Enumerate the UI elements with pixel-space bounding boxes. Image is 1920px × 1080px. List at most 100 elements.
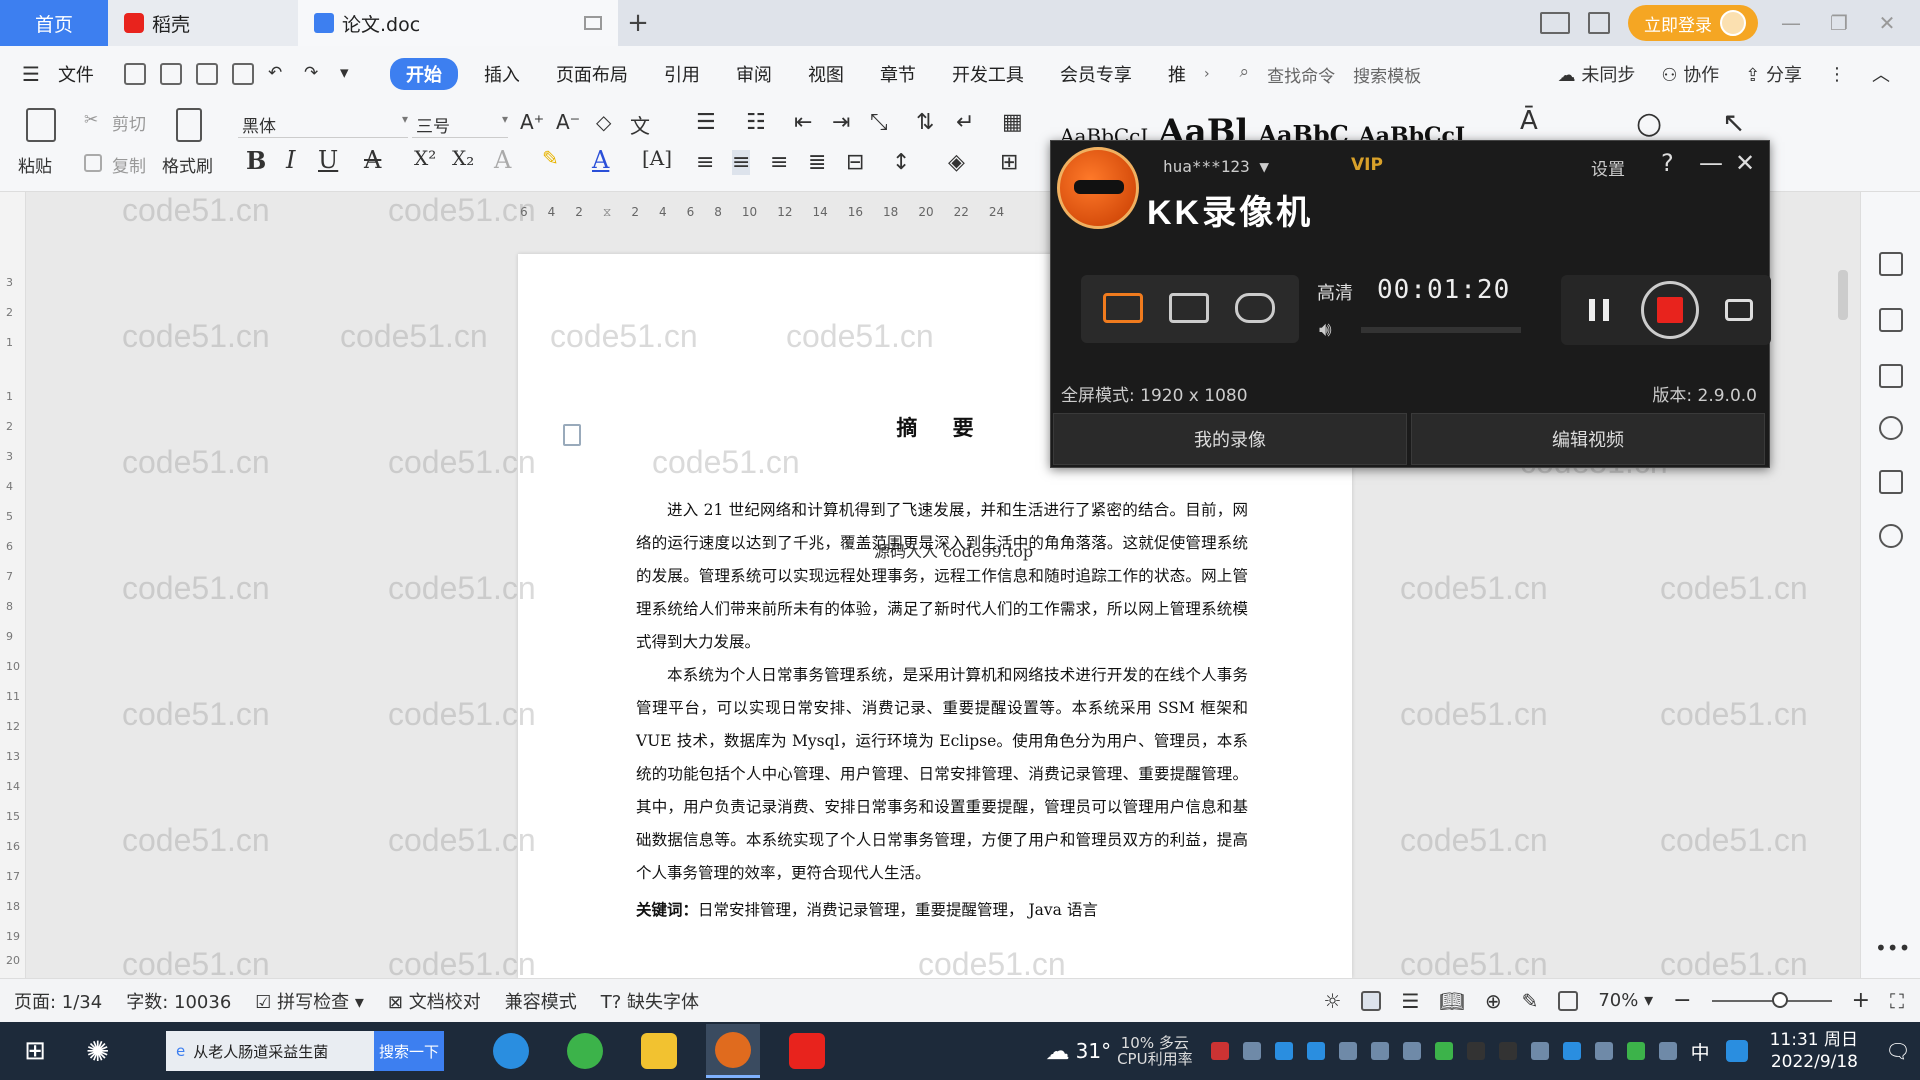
pen-icon[interactable] [1879, 252, 1903, 276]
align-right-icon[interactable]: ≡ [770, 150, 788, 175]
zoom-slider-knob[interactable] [1771, 991, 1788, 1008]
image-search-icon[interactable] [1879, 470, 1903, 494]
collab-button[interactable]: ⚇ 协作 [1661, 61, 1719, 87]
save-icon[interactable] [123, 63, 146, 85]
italic-button[interactable]: I [286, 146, 295, 174]
zoom-slider[interactable] [1711, 991, 1832, 1008]
font-color-icon[interactable]: A [592, 146, 609, 174]
undo-icon[interactable]: ↶ [268, 63, 290, 85]
kk-user[interactable]: hua***123 ▼ [1163, 157, 1269, 176]
menu-file[interactable]: 文件 [40, 61, 112, 87]
stop-record-button[interactable] [1641, 281, 1699, 339]
hamburger-icon[interactable]: ☰ [22, 62, 40, 86]
scissors-icon[interactable]: ✂ [84, 110, 98, 130]
align-left-icon[interactable]: ≡ [696, 150, 714, 175]
distribute-icon[interactable]: ⊟ [846, 150, 864, 175]
adjust-icon[interactable] [1879, 364, 1903, 388]
eye-protect-icon[interactable]: ☼ [1324, 989, 1342, 1013]
more-options-icon[interactable]: ••• [1875, 936, 1910, 960]
tray-app-icon[interactable] [1306, 1042, 1325, 1060]
ie-browser-icon[interactable] [484, 1024, 538, 1078]
tray-app-icon[interactable] [1434, 1042, 1453, 1060]
kk-recorder-window[interactable]: KK录像机 hua***123 ▼ VIP 设置 ? — ✕ 高清 00:01:… [1050, 140, 1771, 468]
text-effect-icon[interactable]: A [494, 146, 511, 174]
system-clock[interactable]: 11:31 周日 2022/9/18 [1770, 1029, 1858, 1073]
paste-button[interactable]: 粘贴 [18, 152, 52, 177]
superscript-icon[interactable]: X² [414, 146, 436, 170]
tray-app-icon[interactable] [1210, 1042, 1229, 1060]
search-template-label[interactable]: 搜索模板 [1353, 62, 1421, 87]
zoom-in-icon[interactable]: + [1852, 988, 1870, 1013]
collapse-ribbon-icon[interactable]: ︿ [1872, 61, 1890, 87]
underline-button[interactable]: U [318, 146, 338, 174]
chevron-right-icon[interactable]: › [1204, 66, 1210, 82]
battery-icon[interactable] [1530, 1042, 1549, 1060]
bluetooth-icon[interactable] [1562, 1042, 1581, 1060]
layout-icon[interactable] [1540, 12, 1570, 34]
text-direction-icon[interactable]: ⤡ [870, 110, 888, 135]
weather-widget[interactable]: ☁ 31° 10% 多云 CPU利用率 [1046, 1035, 1193, 1067]
region-mode-icon[interactable] [1169, 293, 1209, 323]
show-marks-icon[interactable]: ↵ [956, 110, 974, 135]
volume-icon[interactable]: 🔊︎ [1319, 317, 1332, 341]
new-tab-button[interactable]: + [618, 0, 658, 46]
menu-recommend[interactable]: 推 [1150, 61, 1204, 87]
proofread-button[interactable]: ⊠ 文档校对 [388, 988, 481, 1014]
missing-font-button[interactable]: T? 缺失字体 [601, 988, 699, 1014]
sort-icon[interactable]: ⇅ [916, 110, 934, 135]
tray-app-icon[interactable] [1242, 1042, 1261, 1060]
taskbar-search-input[interactable]: e 从老人肠道采益生菌 [166, 1031, 374, 1071]
export-icon[interactable] [159, 63, 182, 85]
select-icon[interactable]: ↖ [1722, 106, 1745, 139]
more-icon[interactable]: ⋮ [1828, 64, 1846, 85]
tab-document[interactable]: 论文.doc [298, 0, 618, 46]
restore-icon[interactable]: ❐ [1824, 11, 1854, 35]
close-icon[interactable]: ✕ [1872, 11, 1902, 35]
grow-font-icon[interactable]: A⁺ [520, 110, 544, 134]
input-method-indicator[interactable]: 中 [1691, 1038, 1710, 1065]
tab-home[interactable]: 首页 [0, 0, 108, 46]
decrease-indent-icon[interactable]: ⇤ [794, 110, 812, 135]
bold-button[interactable]: B [246, 146, 266, 175]
kk-settings-button[interactable]: 设置 [1591, 155, 1625, 180]
fullscreen-icon[interactable]: ⛶ [1890, 989, 1904, 1013]
kk-recorder-taskbar-icon[interactable] [706, 1024, 760, 1078]
word-count[interactable]: 字数: 10036 [126, 988, 231, 1014]
shrink-font-icon[interactable]: A⁻ [556, 110, 580, 134]
copy-icon[interactable] [84, 154, 102, 172]
menu-references[interactable]: 引用 [646, 61, 718, 87]
line-spacing-icon[interactable]: ↕ [892, 150, 910, 175]
edit-video-button[interactable]: 编辑视频 [1411, 413, 1765, 465]
menu-chapter[interactable]: 章节 [862, 61, 934, 87]
speaker-icon[interactable] [1658, 1042, 1677, 1060]
pinwheel-app-icon[interactable]: ✺ [86, 1035, 126, 1068]
menu-member[interactable]: 会员专享 [1042, 61, 1150, 87]
sync-button[interactable]: ☁ 未同步 [1558, 61, 1636, 87]
camera-icon[interactable] [1725, 299, 1753, 321]
subscript-icon[interactable]: X₂ [452, 146, 474, 170]
char-border-icon[interactable]: [A] [642, 146, 672, 170]
redo-icon[interactable]: ↷ [304, 63, 326, 85]
qq-icon[interactable] [1466, 1042, 1485, 1060]
increase-indent-icon[interactable]: ⇥ [832, 110, 850, 135]
cut-button[interactable]: 剪切 [112, 110, 146, 135]
tray-app-icon[interactable] [1626, 1042, 1645, 1060]
customize-dropdown-icon[interactable]: ▾ [340, 63, 362, 85]
zoom-out-icon[interactable]: − [1673, 988, 1691, 1013]
borders-icon[interactable]: ⊞ [1000, 150, 1018, 175]
shield-icon[interactable] [1338, 1042, 1357, 1060]
align-center-icon[interactable]: ≡ [732, 150, 751, 175]
game-mode-icon[interactable] [1235, 293, 1275, 323]
write-mode-icon[interactable]: ✎ [1522, 989, 1539, 1013]
menu-home[interactable]: 开始 [389, 58, 458, 90]
wps-writer-icon[interactable] [780, 1024, 834, 1078]
find-replace-icon[interactable]: ○ [1636, 106, 1662, 141]
table-tools-icon[interactable]: ▦ [1002, 110, 1023, 135]
qq-icon[interactable] [1498, 1042, 1517, 1060]
menu-insert[interactable]: 插入 [466, 61, 538, 87]
document-nav-icon[interactable] [563, 424, 581, 446]
fullscreen-mode-icon[interactable] [1103, 293, 1143, 323]
font-size-select[interactable]: 三号 ▾ [412, 112, 508, 138]
cursor-icon[interactable] [1879, 308, 1903, 332]
windows-start-icon[interactable]: ⊞ [0, 1036, 70, 1066]
